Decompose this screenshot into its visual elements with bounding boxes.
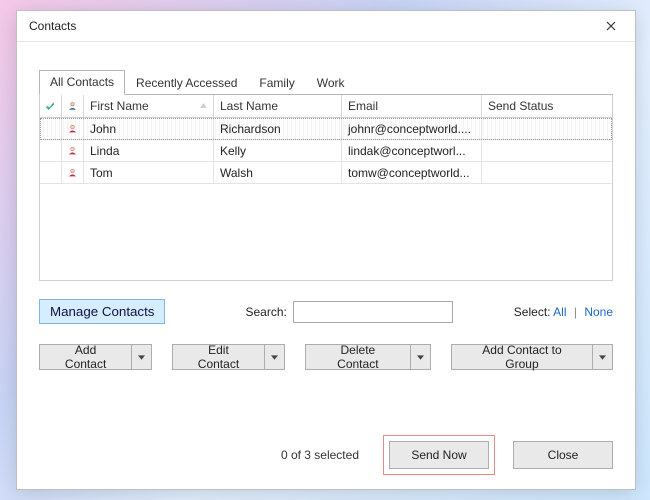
col-first-name[interactable]: First Name: [84, 95, 214, 117]
edit-contact-button[interactable]: Edit Contact: [172, 344, 265, 370]
title-bar: Contacts: [17, 11, 635, 42]
cell-send-status: [482, 118, 612, 139]
tab-work[interactable]: Work: [306, 71, 356, 95]
mid-toolbar: Manage Contacts Search: Select: All | No…: [39, 299, 613, 324]
add-contact-split: Add Contact: [39, 344, 152, 370]
avatar-icon: [68, 165, 77, 180]
cell-check[interactable]: [40, 162, 62, 183]
col-email-label: Email: [348, 99, 378, 113]
checkmark-icon: [46, 99, 55, 113]
cell-email: lindak@conceptworl...: [342, 140, 482, 161]
tab-all-contacts[interactable]: All Contacts: [39, 70, 125, 95]
selection-status: 0 of 3 selected: [281, 448, 359, 462]
cell-check[interactable]: [40, 118, 62, 139]
send-now-highlight: Send Now: [383, 435, 495, 475]
delete-contact-button[interactable]: Delete Contact: [305, 344, 411, 370]
edit-contact-dropdown[interactable]: [265, 344, 285, 370]
tab-recently-accessed[interactable]: Recently Accessed: [125, 71, 248, 95]
cell-send-status: [482, 162, 612, 183]
avatar-icon: [68, 143, 77, 158]
contacts-dialog: Contacts All Contacts Recently Accessed …: [16, 10, 636, 490]
cell-email: johnr@conceptworld....: [342, 118, 482, 139]
search-label: Search:: [245, 305, 286, 319]
contacts-grid[interactable]: First Name Last Name Email Send Status J…: [39, 95, 613, 281]
cell-check[interactable]: [40, 140, 62, 161]
tab-family[interactable]: Family: [248, 71, 305, 95]
col-checkmark[interactable]: [40, 95, 62, 117]
person-icon: [68, 99, 77, 113]
col-last-name-label: Last Name: [220, 99, 278, 113]
cell-last-name: Walsh: [214, 162, 342, 183]
manage-contacts-button[interactable]: Manage Contacts: [39, 299, 165, 324]
close-button[interactable]: Close: [513, 441, 613, 469]
cell-first-name: Linda: [84, 140, 214, 161]
col-send-status-label: Send Status: [488, 99, 553, 113]
dialog-body: All Contacts Recently Accessed Family Wo…: [17, 42, 635, 489]
add-contact-dropdown[interactable]: [132, 344, 152, 370]
chevron-down-icon: [417, 355, 424, 360]
footer: 0 of 3 selected Send Now Close: [39, 417, 613, 475]
select-none-link[interactable]: None: [584, 305, 613, 319]
cell-avatar: [62, 140, 84, 161]
table-row[interactable]: Tom Walsh tomw@conceptworld...: [40, 162, 612, 184]
col-first-name-label: First Name: [90, 99, 149, 113]
action-button-row: Add Contact Edit Contact Delete Contact …: [39, 344, 613, 370]
avatar-icon: [68, 121, 77, 136]
col-last-name[interactable]: Last Name: [214, 95, 342, 117]
select-label: Select:: [514, 305, 551, 319]
chevron-down-icon: [138, 355, 145, 360]
col-email[interactable]: Email: [342, 95, 482, 117]
table-row[interactable]: Linda Kelly lindak@conceptworl...: [40, 140, 612, 162]
add-to-group-split: Add Contact to Group: [451, 344, 613, 370]
edit-contact-split: Edit Contact: [172, 344, 285, 370]
table-row[interactable]: John Richardson johnr@conceptworld....: [40, 118, 612, 140]
search-wrap: Search:: [245, 301, 452, 323]
tab-strip: All Contacts Recently Accessed Family Wo…: [39, 70, 613, 95]
grid-header: First Name Last Name Email Send Status: [40, 95, 612, 118]
add-contact-button[interactable]: Add Contact: [39, 344, 132, 370]
col-send-status[interactable]: Send Status: [482, 95, 612, 117]
delete-contact-dropdown[interactable]: [411, 344, 431, 370]
select-shortcuts: Select: All | None: [514, 305, 613, 319]
window-title: Contacts: [29, 19, 76, 33]
cell-last-name: Richardson: [214, 118, 342, 139]
add-to-group-dropdown[interactable]: [593, 344, 613, 370]
delete-contact-split: Delete Contact: [305, 344, 431, 370]
add-to-group-button[interactable]: Add Contact to Group: [451, 344, 593, 370]
cell-avatar: [62, 118, 84, 139]
close-icon: [606, 21, 616, 31]
window-close-button[interactable]: [597, 16, 625, 36]
chevron-down-icon: [271, 355, 278, 360]
cell-avatar: [62, 162, 84, 183]
cell-first-name: John: [84, 118, 214, 139]
cell-email: tomw@conceptworld...: [342, 162, 482, 183]
sort-asc-icon: [200, 103, 207, 108]
select-all-link[interactable]: All: [553, 305, 566, 319]
chevron-down-icon: [599, 355, 606, 360]
search-input[interactable]: [293, 301, 453, 323]
cell-send-status: [482, 140, 612, 161]
send-now-button[interactable]: Send Now: [389, 441, 489, 469]
col-avatar[interactable]: [62, 95, 84, 117]
separator: |: [574, 305, 577, 319]
cell-last-name: Kelly: [214, 140, 342, 161]
cell-first-name: Tom: [84, 162, 214, 183]
